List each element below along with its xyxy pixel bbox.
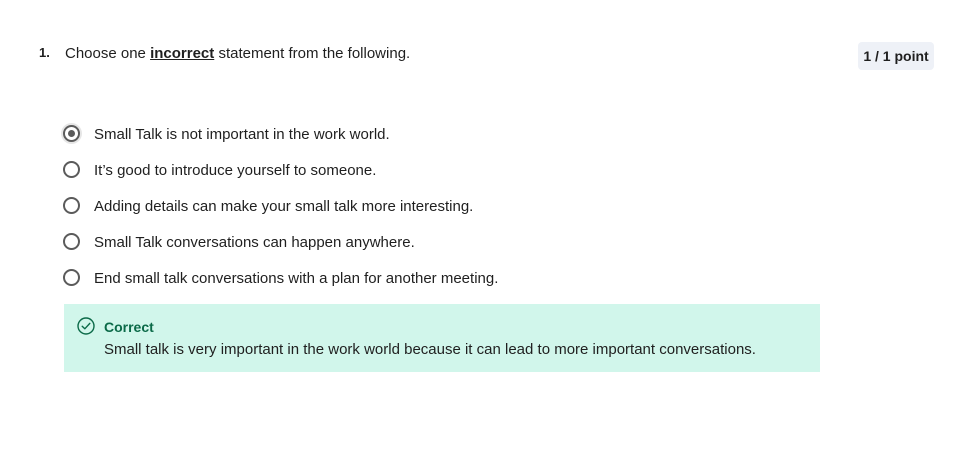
answer-option[interactable]: Adding details can make your small talk … [62, 196, 862, 232]
radio-button-selected[interactable] [63, 125, 80, 142]
option-label: It’s good to introduce yourself to someo… [94, 162, 377, 179]
question-number: 1. [39, 45, 50, 60]
option-label: Adding details can make your small talk … [94, 198, 474, 215]
answer-option[interactable]: Small Talk conversations can happen anyw… [62, 232, 862, 268]
check-circle-icon [77, 317, 95, 335]
question-prompt: Choose one incorrect statement from the … [65, 45, 410, 62]
radio-button[interactable] [63, 161, 80, 178]
answer-option[interactable]: End small talk conversations with a plan… [62, 268, 862, 304]
feedback-panel: Correct Small talk is very important in … [64, 304, 820, 372]
option-label: Small Talk is not important in the work … [94, 126, 390, 143]
option-label: End small talk conversations with a plan… [94, 270, 499, 287]
radio-button[interactable] [63, 233, 80, 250]
radio-button[interactable] [63, 197, 80, 214]
answer-option[interactable]: It’s good to introduce yourself to someo… [62, 160, 862, 196]
answer-options: Small Talk is not important in the work … [61, 123, 862, 304]
points-badge: 1 / 1 point [858, 42, 934, 70]
answer-option[interactable]: Small Talk is not important in the work … [61, 123, 862, 160]
feedback-text: Small talk is very important in the work… [104, 341, 756, 358]
question-header: 1. Choose one incorrect statement from t… [39, 42, 939, 70]
question-emphasis: incorrect [150, 45, 215, 62]
question-text-after: statement from the following. [214, 45, 411, 62]
question-text-before: Choose one [65, 45, 151, 62]
radio-button[interactable] [63, 269, 80, 286]
option-label: Small Talk conversations can happen anyw… [94, 234, 415, 251]
feedback-title: Correct [104, 319, 154, 335]
